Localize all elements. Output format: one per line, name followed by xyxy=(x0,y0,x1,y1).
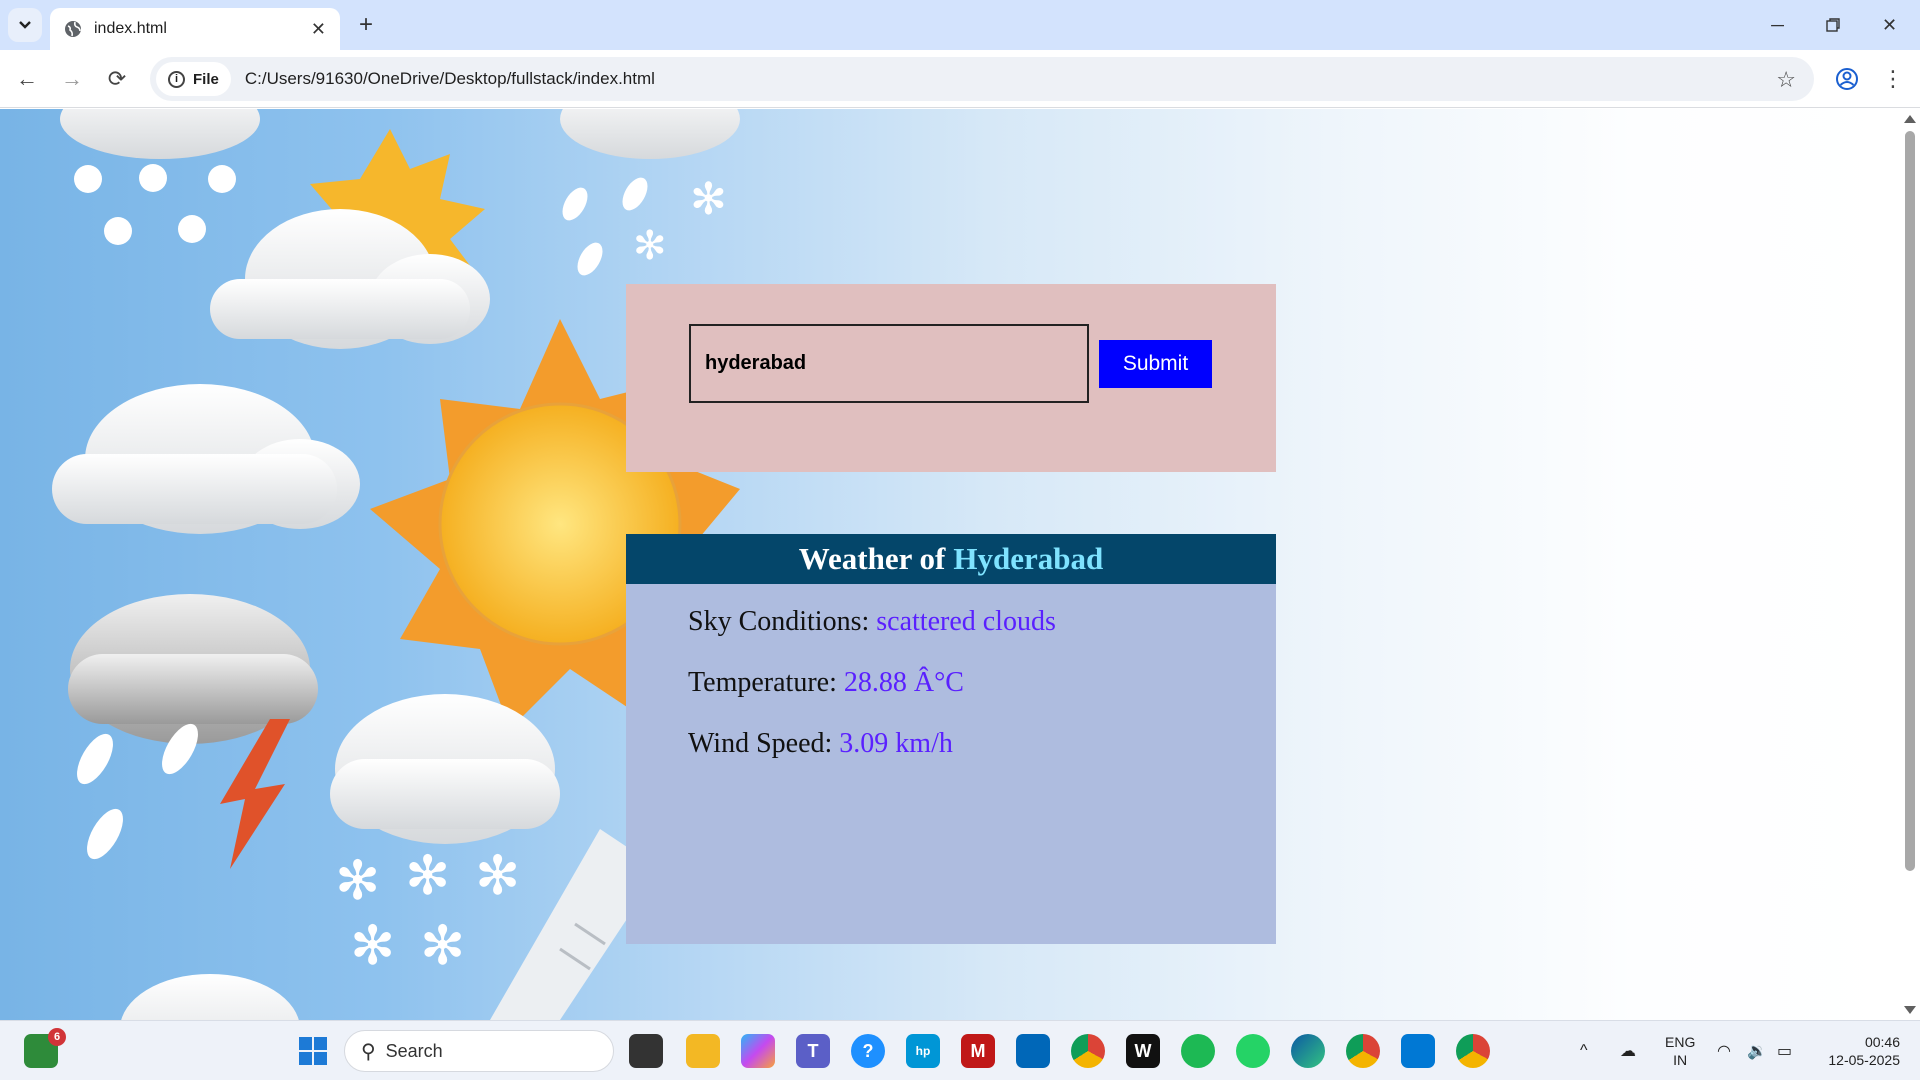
notification-badge: 6 xyxy=(48,1028,66,1046)
tab-title: index.html xyxy=(94,20,167,37)
close-tab-icon[interactable]: ✕ xyxy=(311,19,326,40)
scrollbar-thumb[interactable] xyxy=(1905,131,1915,871)
site-info-label: File xyxy=(193,70,219,88)
svg-text:✻: ✻ xyxy=(335,851,380,911)
forward-arrow-icon[interactable]: → xyxy=(57,64,87,94)
scroll-down-arrow-icon[interactable] xyxy=(1904,1006,1916,1014)
chrome-active-icon[interactable] xyxy=(1456,1034,1490,1068)
thunderstorm-cloud-icon xyxy=(68,594,318,869)
myhp-icon[interactable]: hp xyxy=(906,1034,940,1068)
wind-label: Wind Speed: xyxy=(688,728,833,759)
browser-tab[interactable]: index.html ✕ xyxy=(50,8,340,50)
language-label: ENG xyxy=(1665,1034,1696,1050)
heading-prefix: Weather of xyxy=(798,541,946,576)
tab-search-button[interactable] xyxy=(8,8,42,42)
url-text[interactable]: C:/Users/91630/OneDrive/Desktop/fullstac… xyxy=(245,69,655,89)
region-label: IN xyxy=(1673,1052,1688,1068)
sky-label: Sky Conditions: xyxy=(688,606,870,637)
spotify-icon[interactable] xyxy=(1181,1034,1215,1068)
sky-conditions-row: Sky Conditions: scattered clouds xyxy=(688,606,1056,638)
temperature-value: 28.88 Â°C xyxy=(843,667,964,698)
temperature-row: Temperature: 28.88 Â°C xyxy=(688,667,964,699)
volume-icon[interactable]: 🔉 xyxy=(1747,1021,1767,1081)
file-explorer-icon[interactable] xyxy=(686,1034,720,1068)
svg-text:✻: ✻ xyxy=(405,846,450,906)
clock-time: 00:46 xyxy=(1864,1034,1900,1050)
chevron-down-icon xyxy=(19,21,31,29)
browser-toolbar: ← → ⟳ i File C:/Users/91630/OneDrive/Des… xyxy=(0,50,1920,108)
store-icon[interactable] xyxy=(1016,1034,1050,1068)
widgets-icon[interactable]: 6 xyxy=(24,1028,66,1068)
wifi-icon[interactable]: ◠ xyxy=(1717,1021,1731,1081)
submit-button[interactable]: Submit xyxy=(1099,340,1212,388)
city-input[interactable] xyxy=(689,324,1089,403)
page-viewport: ✻ ✻ ✻ ✻ ✻ ✻ ✻ hyderabad Submit Weather o… xyxy=(0,109,1900,1020)
temperature-label: Temperature: xyxy=(688,667,837,698)
search-icon: ⚲ xyxy=(361,1040,376,1063)
wind-value: 3.09 km/h xyxy=(839,728,953,759)
cloud-icon xyxy=(121,974,299,1020)
snow-cloud-icon: ✻ ✻ ✻ ✻ ✻ xyxy=(330,694,560,976)
result-heading: Weather of Hyderabad xyxy=(626,534,1276,584)
sky-value: scattered clouds xyxy=(876,606,1056,637)
chevron-up-icon[interactable]: ^ xyxy=(1580,1021,1588,1081)
clock-date: 12-05-2025 xyxy=(1828,1052,1900,1068)
webex-icon[interactable]: W xyxy=(1126,1034,1160,1068)
site-info-chip[interactable]: i File xyxy=(156,62,231,96)
svg-text:✻: ✻ xyxy=(350,916,395,976)
copilot-icon[interactable] xyxy=(741,1034,775,1068)
scroll-up-arrow-icon[interactable] xyxy=(1904,115,1916,123)
rain-cloud-icon xyxy=(60,109,260,245)
profile-icon[interactable] xyxy=(1832,64,1862,94)
weather-result-panel: Weather of Hyderabad Sky Conditions: sca… xyxy=(626,534,1276,944)
svg-text:✻: ✻ xyxy=(633,224,667,268)
vertical-scrollbar[interactable] xyxy=(1900,109,1920,1020)
svg-text:✻: ✻ xyxy=(420,916,465,976)
window-close-icon[interactable]: ✕ xyxy=(1862,0,1917,50)
chrome-profile-icon[interactable] xyxy=(1346,1034,1380,1068)
address-bar[interactable]: i File C:/Users/91630/OneDrive/Desktop/f… xyxy=(150,57,1814,101)
minimize-icon[interactable]: ─ xyxy=(1750,0,1805,50)
windows-start-icon[interactable] xyxy=(296,1034,330,1068)
heading-city: Hyderabad xyxy=(953,541,1104,576)
svg-text:✻: ✻ xyxy=(475,846,520,906)
taskbar: 6 ⚲ Search T ? hp M W ^ ☁ ENG IN ◠ 🔉 ▭ 0… xyxy=(0,1020,1920,1080)
clock[interactable]: 00:46 12-05-2025 xyxy=(1815,1021,1900,1081)
back-arrow-icon[interactable]: ← xyxy=(12,64,42,94)
globe-icon xyxy=(65,21,81,37)
chrome-icon[interactable] xyxy=(1071,1034,1105,1068)
mcafee-icon[interactable]: M xyxy=(961,1034,995,1068)
language-indicator[interactable]: ENG IN xyxy=(1665,1021,1695,1081)
battery-icon[interactable]: ▭ xyxy=(1777,1021,1792,1081)
restore-icon[interactable] xyxy=(1805,0,1860,50)
cloud-icon xyxy=(52,384,360,534)
taskbar-search-placeholder: Search xyxy=(385,1040,443,1061)
reload-icon[interactable]: ⟳ xyxy=(102,64,132,94)
tab-bar: index.html ✕ + ─ ✕ xyxy=(0,0,1920,50)
onedrive-icon[interactable]: ☁ xyxy=(1620,1021,1636,1081)
menu-kebab-icon[interactable]: ⋮ xyxy=(1878,64,1908,94)
help-icon[interactable]: ? xyxy=(851,1034,885,1068)
svg-text:✻: ✻ xyxy=(690,175,727,224)
new-tab-button[interactable]: + xyxy=(353,11,379,38)
edge-icon[interactable] xyxy=(1291,1034,1325,1068)
search-form: Submit xyxy=(626,284,1276,472)
bookmark-star-icon[interactable]: ☆ xyxy=(1776,67,1796,93)
taskbar-search[interactable]: ⚲ Search xyxy=(344,1030,614,1072)
sleet-cloud-icon: ✻ ✻ xyxy=(560,109,740,276)
info-icon: i xyxy=(168,70,185,88)
whatsapp-icon[interactable] xyxy=(1236,1034,1270,1068)
teams-icon[interactable]: T xyxy=(796,1034,830,1068)
wind-speed-row: Wind Speed: 3.09 km/h xyxy=(688,728,953,760)
task-view-icon[interactable] xyxy=(629,1034,663,1068)
vscode-icon[interactable] xyxy=(1401,1034,1435,1068)
